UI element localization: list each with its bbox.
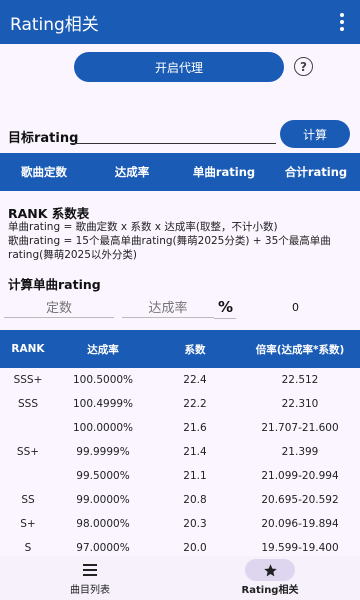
table-row: SS+ 99.9999% 21.4 21.399: [0, 440, 360, 464]
col-achievement: 达成率: [87, 343, 119, 356]
rank-description-line: 歌曲rating = 15个最高单曲rating(舞萌2025分类) + 35个…: [8, 235, 331, 247]
rank-table-header: RANK 达成率 系数 倍率(达成率*系数): [0, 330, 360, 368]
rank-cell: SSS: [18, 398, 38, 410]
achievement-cell: 97.0000%: [76, 542, 130, 554]
header-song-constant: 歌曲定数: [21, 165, 67, 179]
nav-song-list-label: 曲目列表: [70, 585, 110, 596]
app-bar: Rating相关: [0, 0, 360, 44]
multiplier-cell: 19.599-19.400: [261, 542, 339, 554]
col-coefficient: 系数: [184, 343, 206, 356]
achievement-input[interactable]: [122, 298, 214, 318]
achievement-cell: 98.0000%: [76, 518, 130, 530]
app-title: Rating相关: [10, 14, 99, 35]
rank-cell: SS: [21, 494, 35, 506]
achievement-cell: 99.5000%: [76, 470, 130, 482]
rank-description-line: 单曲rating = 歌曲定数 x 系数 x 达成率(取整，不计小数): [8, 221, 278, 233]
multiplier-cell: 22.310: [281, 398, 319, 410]
calculate-button[interactable]: 计算: [280, 120, 350, 148]
achievement-cell: 99.0000%: [76, 494, 130, 506]
percent-underline: [214, 318, 236, 319]
header-single-rating: 单曲rating: [192, 165, 256, 179]
coefficient-cell: 21.4: [183, 446, 207, 458]
achievement-cell: 99.9999%: [76, 446, 130, 458]
achievement-cell: 100.4999%: [72, 398, 134, 410]
multiplier-cell: 21.707-21.600: [261, 422, 339, 434]
table-row: 100.0000% 21.6 21.707-21.600: [0, 416, 360, 440]
coefficient-cell: 20.3: [183, 518, 207, 530]
achievement-cell: 100.0000%: [72, 422, 134, 434]
help-icon[interactable]: ?: [294, 57, 313, 76]
coefficient-cell: 22.4: [183, 374, 207, 386]
multiplier-cell: 20.695-20.592: [261, 494, 339, 506]
rank-table: RANK 达成率 系数 倍率(达成率*系数) SSS+ 100.5000% 22.4…: [0, 330, 360, 560]
header-total-rating: 合计rating: [284, 165, 348, 179]
nav-song-list[interactable]: 曲目列表: [0, 556, 180, 600]
list-icon: [83, 560, 97, 580]
table-row: SS 99.0000% 20.8 20.695-20.592: [0, 488, 360, 512]
rank-cell: S+: [20, 518, 36, 530]
multiplier-cell: 22.512: [281, 374, 319, 386]
coefficient-cell: 21.1: [183, 470, 207, 482]
table-row: S+ 98.0000% 20.3 20.096-19.894: [0, 512, 360, 536]
single-rating-title: 计算单曲rating: [8, 277, 101, 292]
coefficient-cell: 20.8: [183, 494, 207, 506]
more-menu-icon[interactable]: [330, 0, 354, 44]
multiplier-cell: 20.096-19.894: [261, 518, 339, 530]
rank-table-body: SSS+ 100.5000% 22.4 22.512 SSS 100.4999% 22.2 2…: [0, 368, 360, 560]
header-achievement: 达成率: [114, 165, 150, 179]
single-rating-result: 0: [292, 301, 299, 314]
table-row: SSS 100.4999% 22.2 22.310: [0, 392, 360, 416]
target-rating-input[interactable]: [70, 126, 276, 144]
nav-rating[interactable]: Rating相关: [180, 556, 360, 600]
rank-cell: S: [24, 542, 32, 554]
rank-cell: SS+: [16, 446, 40, 458]
start-proxy-button[interactable]: 开启代理: [74, 52, 284, 82]
result-header-bar: 歌曲定数 达成率 单曲rating 合计rating: [0, 153, 360, 191]
table-row: 99.5000% 21.1 21.099-20.994: [0, 464, 360, 488]
col-multiplier: 倍率(达成率*系数): [255, 343, 345, 356]
coefficient-cell: 21.6: [183, 422, 207, 434]
coefficient-cell: 20.0: [183, 542, 207, 554]
percent-symbol: %: [218, 298, 234, 316]
multiplier-cell: 21.399: [281, 446, 319, 458]
rank-cell: SSS+: [13, 374, 43, 386]
bottom-navigation: 曲目列表 Rating相关: [0, 556, 360, 600]
song-constant-input[interactable]: [4, 298, 114, 318]
rank-description-line: rating(舞萌2025以外分类): [8, 249, 138, 261]
achievement-cell: 100.5000%: [72, 374, 134, 386]
nav-rating-label: Rating相关: [241, 585, 299, 596]
table-row: SSS+ 100.5000% 22.4 22.512: [0, 368, 360, 392]
star-icon: [245, 559, 295, 581]
coefficient-cell: 22.2: [183, 398, 207, 410]
col-rank: RANK: [11, 343, 45, 355]
multiplier-cell: 21.099-20.994: [261, 470, 339, 482]
target-rating-label: 目标rating: [8, 131, 79, 146]
